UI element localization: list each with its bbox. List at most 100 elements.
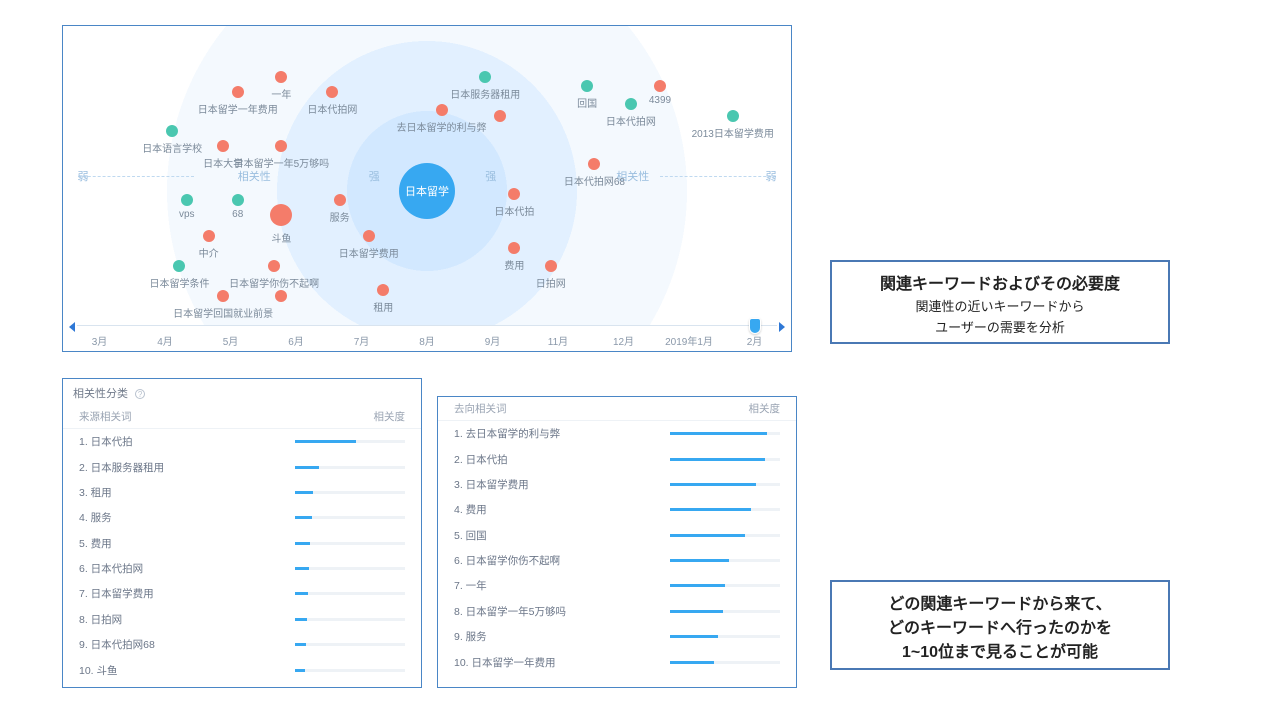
keyword-node[interactable] [173, 260, 185, 272]
table-a-header: 来源相关词 相关度 [63, 405, 421, 429]
keyword-node[interactable] [268, 260, 280, 272]
table-row[interactable]: 2. 日本代拍 [438, 446, 796, 471]
table-row[interactable]: 1. 日本代拍 [63, 429, 421, 454]
table-row[interactable]: 5. 费用 [63, 531, 421, 556]
table-row[interactable]: 2. 日本服务器租用 [63, 454, 421, 479]
keyword-node-label: 日本留学一年5万够吗 [234, 155, 330, 170]
keyword-node-label: vps [179, 209, 195, 220]
table-row[interactable]: 9. 服务 [438, 624, 796, 649]
keyword-node[interactable] [479, 71, 491, 83]
score-bar [670, 610, 780, 613]
axis-strong-left: 强 [369, 168, 380, 184]
table-row[interactable]: 6. 日本留学你伤不起啊 [438, 548, 796, 573]
axis-strong-right: 强 [485, 168, 496, 184]
annotation-top-line2: ユーザーの需要を分析 [848, 317, 1152, 336]
table-row[interactable]: 8. 日本留学一年5万够吗 [438, 599, 796, 624]
keyword-node-label: 日本留学一年费用 [198, 101, 278, 116]
keyword-node-label: 日本语言学校 [142, 140, 202, 155]
table-row-label: 4. 费用 [454, 502, 487, 517]
score-bar [295, 491, 405, 494]
keyword-node[interactable] [377, 284, 389, 296]
keyword-node[interactable] [326, 86, 338, 98]
timeline-tick: 8月 [419, 333, 435, 348]
keyword-node[interactable] [275, 140, 287, 152]
keyword-node[interactable] [508, 242, 520, 254]
score-bar [670, 483, 780, 486]
help-icon[interactable]: ? [135, 389, 145, 399]
table-row-label: 1. 日本代拍 [79, 434, 133, 449]
score-bar [295, 618, 405, 621]
table-row[interactable]: 7. 一年 [438, 573, 796, 598]
table-row[interactable]: 3. 租用 [63, 480, 421, 505]
timeline-tick: 2月 [747, 333, 763, 348]
table-row-label: 3. 租用 [79, 485, 112, 500]
annotation-bottom-line2: どのキーワードへ行ったのかを [848, 614, 1152, 638]
timeline-tick: 7月 [354, 333, 370, 348]
keyword-node[interactable] [275, 290, 287, 302]
table-row-label: 8. 日本留学一年5万够吗 [454, 604, 566, 619]
timeline-tick: 12月 [613, 333, 634, 348]
table-row[interactable]: 8. 日拍网 [63, 607, 421, 632]
table-row[interactable]: 5. 回国 [438, 523, 796, 548]
chevron-left-icon[interactable] [69, 322, 75, 332]
score-bar [670, 432, 780, 435]
keyword-node[interactable] [727, 110, 739, 122]
table-row[interactable]: 10. 斗鱼 [63, 657, 421, 682]
center-keyword[interactable]: 日本留学 [399, 163, 455, 219]
keyword-node-label: 日本代拍网 [606, 113, 656, 128]
keyword-node[interactable] [181, 194, 193, 206]
table-row-label: 1. 去日本留学的利与弊 [454, 426, 560, 441]
keyword-node-label: 租用 [373, 299, 393, 314]
table-a-header-score: 相关度 [374, 409, 406, 424]
keyword-node[interactable] [581, 80, 593, 92]
keyword-node[interactable] [545, 260, 557, 272]
table-b-header-term: 去向相关词 [454, 401, 507, 416]
table-row-label: 6. 日本代拍网 [79, 561, 143, 576]
annotation-top-line1: 関連性の近いキーワードから [848, 296, 1152, 315]
table-row-label: 2. 日本代拍 [454, 452, 508, 467]
score-bar [670, 635, 780, 638]
table-row[interactable]: 10. 日本留学一年费用 [438, 649, 796, 674]
score-bar [295, 466, 405, 469]
keyword-node[interactable] [217, 290, 229, 302]
relation-bubble-panel: 弱 相关性 强 强 相关性 弱 日本留学 日本语言学校日本留学一年费用一年日本代… [62, 25, 792, 352]
keyword-node[interactable] [270, 204, 292, 226]
score-bar [295, 592, 405, 595]
keyword-node[interactable] [166, 125, 178, 137]
keyword-node[interactable] [654, 80, 666, 92]
chevron-right-icon[interactable] [779, 322, 785, 332]
table-row[interactable]: 6. 日本代拍网 [63, 556, 421, 581]
keyword-node[interactable] [363, 230, 375, 242]
keyword-node[interactable] [217, 140, 229, 152]
table-row-label: 9. 服务 [454, 629, 487, 644]
keyword-node[interactable] [275, 71, 287, 83]
keyword-node[interactable] [232, 194, 244, 206]
timeline: 3月4月5月6月7月8月9月11月12月2019年1月2月 [71, 321, 783, 351]
table-row[interactable]: 7. 日本留学费用 [63, 581, 421, 606]
table-row[interactable]: 1. 去日本留学的利与弊 [438, 421, 796, 446]
keyword-node[interactable] [334, 194, 346, 206]
keyword-node[interactable] [625, 98, 637, 110]
table-row[interactable]: 9. 日本代拍网68 [63, 632, 421, 657]
keyword-node[interactable] [588, 158, 600, 170]
table-row[interactable]: 3. 日本留学费用 [438, 472, 796, 497]
keyword-node-label: 服务 [330, 209, 350, 224]
score-bar [670, 661, 780, 664]
table-row-label: 9. 日本代拍网68 [79, 637, 155, 652]
keyword-node[interactable] [436, 104, 448, 116]
annotation-bottom: どの関連キーワードから来て、 どのキーワードへ行ったのかを 1~10位まで見るこ… [830, 580, 1170, 670]
annotation-bottom-line3: 1~10位まで見ることが可能 [848, 638, 1152, 662]
timeline-tick: 5月 [223, 333, 239, 348]
keyword-node[interactable] [232, 86, 244, 98]
table-row-label: 3. 日本留学费用 [454, 477, 529, 492]
table-row[interactable]: 4. 费用 [438, 497, 796, 522]
keyword-node[interactable] [203, 230, 215, 242]
keyword-node[interactable] [494, 110, 506, 122]
keyword-node[interactable] [508, 188, 520, 200]
timeline-handle[interactable] [749, 318, 761, 334]
keyword-node-label: 日本代拍网68 [564, 173, 625, 188]
keyword-node-label: 回国 [577, 95, 597, 110]
table-b-header: 去向相关词 相关度 [438, 397, 796, 421]
table-row[interactable]: 4. 服务 [63, 505, 421, 530]
dest-keywords-table: 去向相关词 相关度 1. 去日本留学的利与弊 2. 日本代拍 3. 日本留学费用 4.… [437, 396, 797, 688]
